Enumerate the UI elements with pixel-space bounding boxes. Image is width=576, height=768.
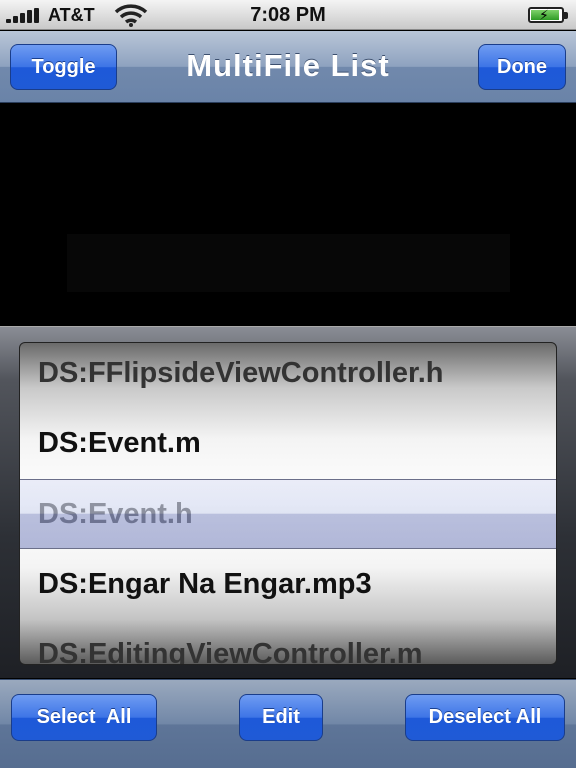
content-area	[0, 104, 576, 326]
edit-button[interactable]: Edit	[239, 694, 323, 741]
select-all-button[interactable]: Select All	[11, 694, 157, 741]
picker-row[interactable]: DS:Engar Na Engar.mp3	[38, 549, 556, 619]
picker-wheel[interactable]: DS:FFlipsideViewController.h DS:Event.m …	[19, 342, 557, 665]
empty-label-area	[67, 234, 510, 292]
picker-row[interactable]: DS:EditingViewController.m	[38, 619, 556, 665]
battery-charging-icon: ⚡	[528, 7, 568, 23]
navigation-bar: Toggle MultiFile List Done	[0, 31, 576, 103]
picker-row-selected[interactable]: DS:Event.h	[38, 479, 556, 549]
status-time: 7:08 PM	[250, 4, 326, 26]
done-button[interactable]: Done	[478, 44, 566, 90]
status-bar: AT&T 7:08 PM ⚡	[0, 0, 576, 30]
picker-row[interactable]: DS:FFlipsideViewController.h	[38, 343, 556, 408]
picker-row[interactable]: DS:Event.m	[38, 408, 556, 478]
deselect-all-button[interactable]: Deselect All	[405, 694, 565, 741]
bottom-toolbar: Select All Edit Deselect All	[0, 679, 576, 768]
file-picker: DS:FFlipsideViewController.h DS:Event.m …	[0, 326, 576, 678]
